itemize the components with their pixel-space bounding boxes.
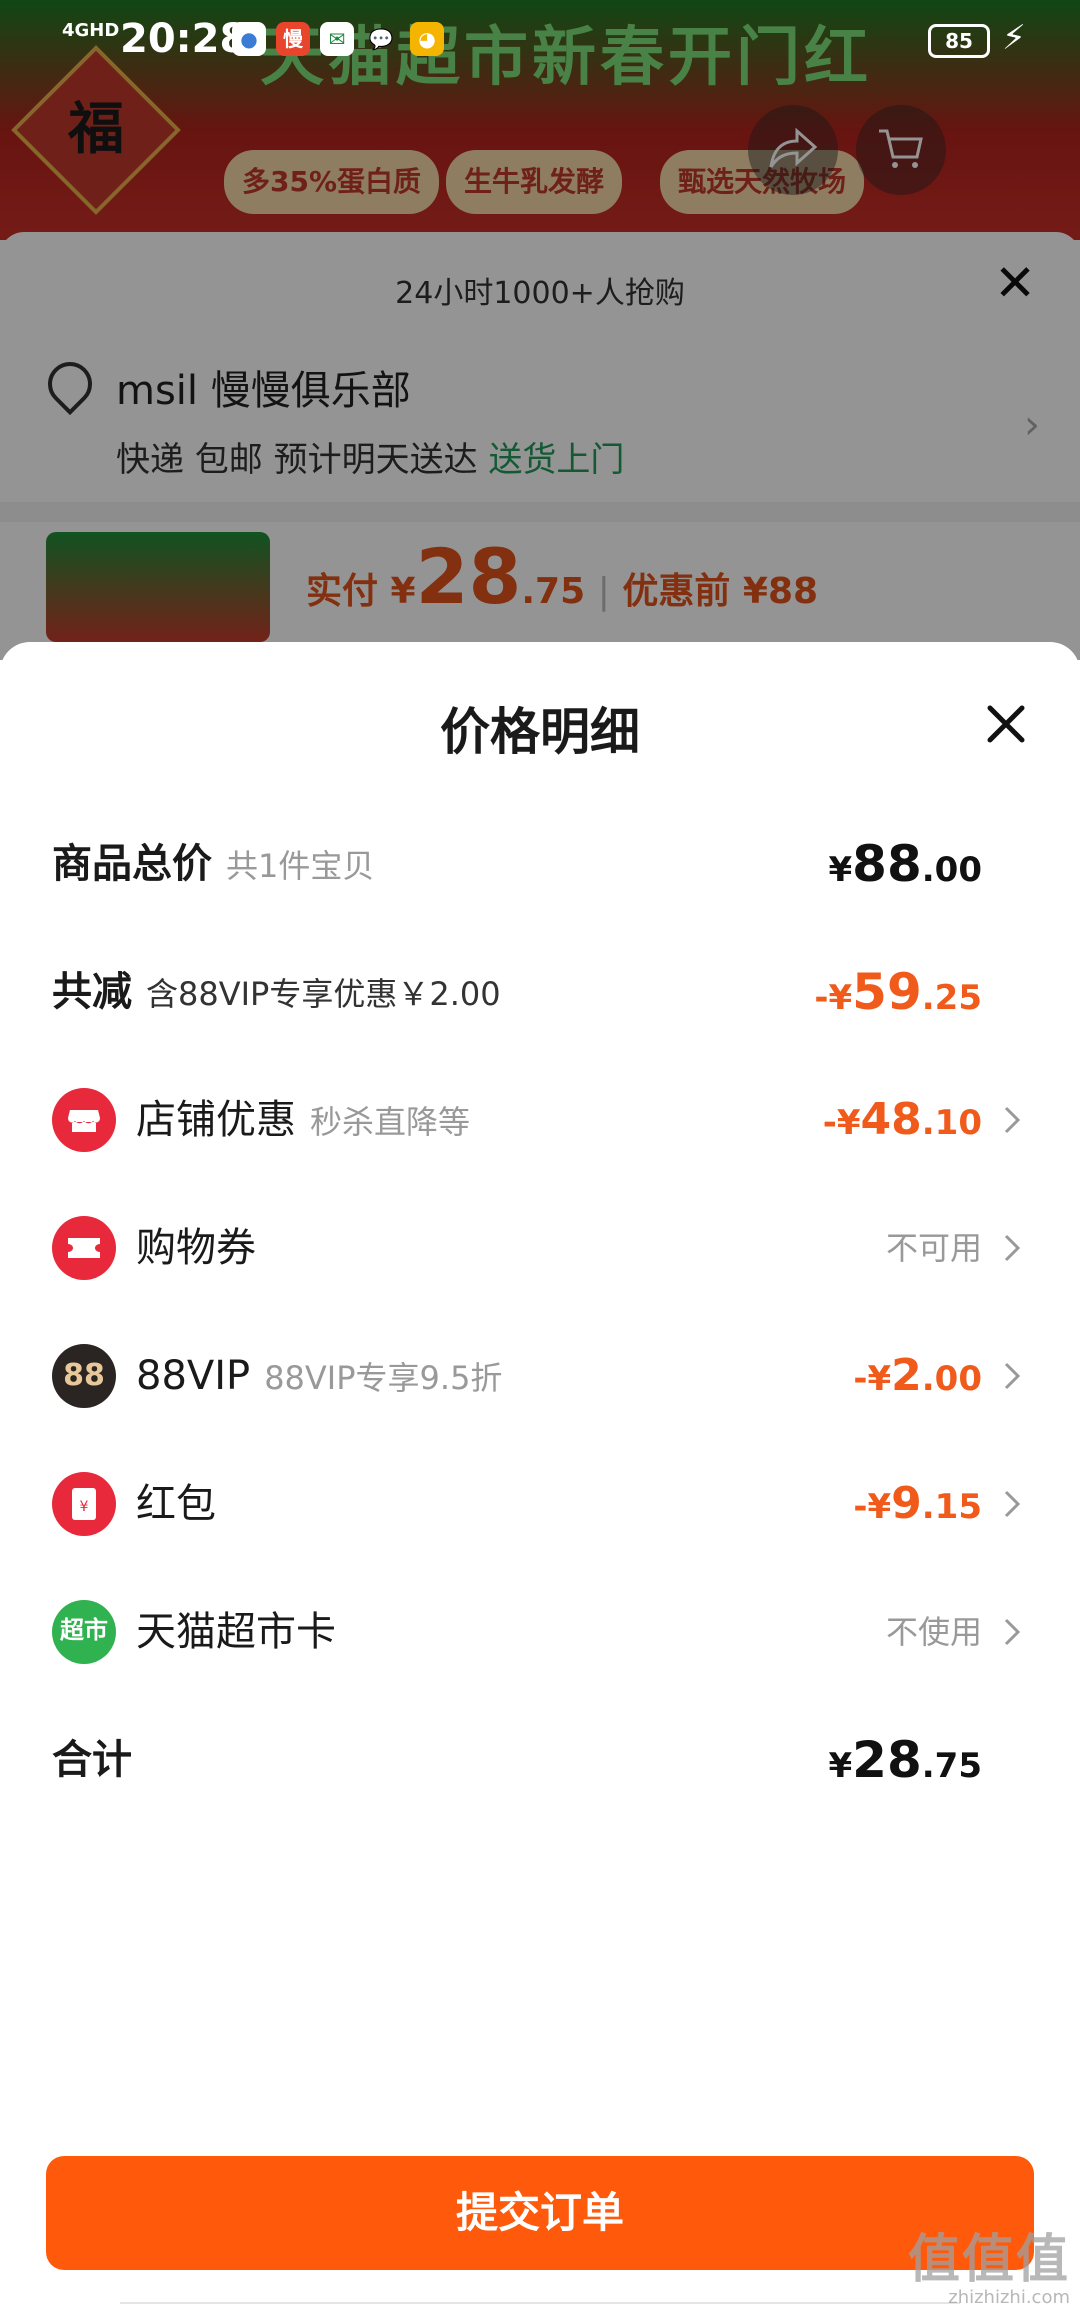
red-packet-icon: ¥ (52, 1472, 116, 1536)
goods-total-row: 商品总价 共1件宝贝 ¥88.00 (52, 824, 1028, 904)
grand-total-value: ¥28.75 (828, 1731, 983, 1789)
red-packet-row[interactable]: ¥ 红包 -¥9.15 (52, 1464, 1028, 1544)
shopping-coupon-row[interactable]: 购物券 不可用 (52, 1208, 1028, 1288)
clock: 20:28 (120, 16, 248, 62)
total-reduction-label: 共减 (52, 969, 132, 1015)
tmall-card-label: 天猫超市卡 (136, 1609, 336, 1655)
svg-text:¥: ¥ (80, 1499, 89, 1515)
vip-88-icon: 88 (52, 1344, 116, 1408)
total-reduction-row: 共减 含88VIP专享优惠￥2.00 -¥59.25 (52, 952, 1028, 1032)
shop-discount-value: -¥48.10 (822, 1094, 982, 1145)
shop-discount-label: 店铺优惠 (136, 1097, 296, 1143)
submit-order-button[interactable]: 提交订单 (46, 2156, 1034, 2270)
close-icon[interactable] (982, 700, 1030, 748)
chevron-right-icon (1004, 1490, 1021, 1518)
red-packet-value: -¥9.15 (853, 1478, 982, 1529)
tmall-supermarket-icon: 超市 (52, 1600, 116, 1664)
battery-icon: 85 (928, 24, 990, 58)
coupon-icon (52, 1216, 116, 1280)
tmall-card-status: 不使用 (885, 1613, 982, 1651)
shopping-coupon-label: 购物券 (136, 1225, 256, 1271)
red-packet-label: 红包 (136, 1481, 216, 1527)
chevron-right-icon (1004, 1362, 1021, 1390)
message-icon: 💬 (368, 27, 394, 51)
bottom-edge (120, 2302, 960, 2316)
shop-discount-row[interactable]: 店铺优惠 秒杀直降等 -¥48.10 (52, 1080, 1028, 1160)
chevron-right-icon (1004, 1106, 1021, 1134)
total-reduction-value: -¥59.25 (814, 963, 982, 1021)
goods-count: 共1件宝贝 (226, 847, 375, 885)
vip-included-note: 含88VIP专享优惠￥2.00 (146, 975, 501, 1013)
vip-discount-row[interactable]: 88 88VIP 88VIP专享9.5折 -¥2.00 (52, 1336, 1028, 1416)
fruit-app-icon: ◕ (410, 22, 444, 56)
grand-total-row: 合计 ¥28.75 (52, 1720, 1028, 1800)
status-bar: 4GHD 20:28 ● 慢 ✉ 💬 ◕ 85 ⚡ (0, 0, 1080, 80)
unicom-icon: ✉ (320, 22, 354, 56)
site-watermark: 值值值 zhizhizhi.com (907, 2230, 1070, 2308)
chevron-right-icon (1004, 1234, 1021, 1262)
shopping-coupon-status: 不可用 (885, 1229, 982, 1267)
goods-total-value: ¥88.00 (828, 835, 983, 893)
modal-overlay[interactable] (0, 0, 1080, 660)
price-detail-modal: 价格明细 商品总价 共1件宝贝 ¥88.00 共减 含88VIP专享优惠￥2.00 … (0, 642, 1080, 2316)
grand-total-label: 合计 (52, 1737, 132, 1783)
vip-label: 88VIP (136, 1353, 251, 1399)
maps-icon: ● (232, 22, 266, 56)
tmall-card-row[interactable]: 超市 天猫超市卡 不使用 (52, 1592, 1028, 1672)
modal-title: 价格明细 (440, 703, 640, 761)
shop-icon (52, 1088, 116, 1152)
chevron-right-icon (1004, 1618, 1021, 1646)
taobao-icon: 慢 (276, 22, 310, 56)
charging-icon: ⚡ (1002, 18, 1026, 58)
vip-sub: 88VIP专享9.5折 (264, 1359, 503, 1397)
vip-discount-value: -¥2.00 (853, 1350, 982, 1401)
shop-discount-sub: 秒杀直降等 (310, 1103, 471, 1141)
goods-total-label: 商品总价 (52, 841, 212, 887)
network-indicator: 4GHD (62, 20, 120, 41)
